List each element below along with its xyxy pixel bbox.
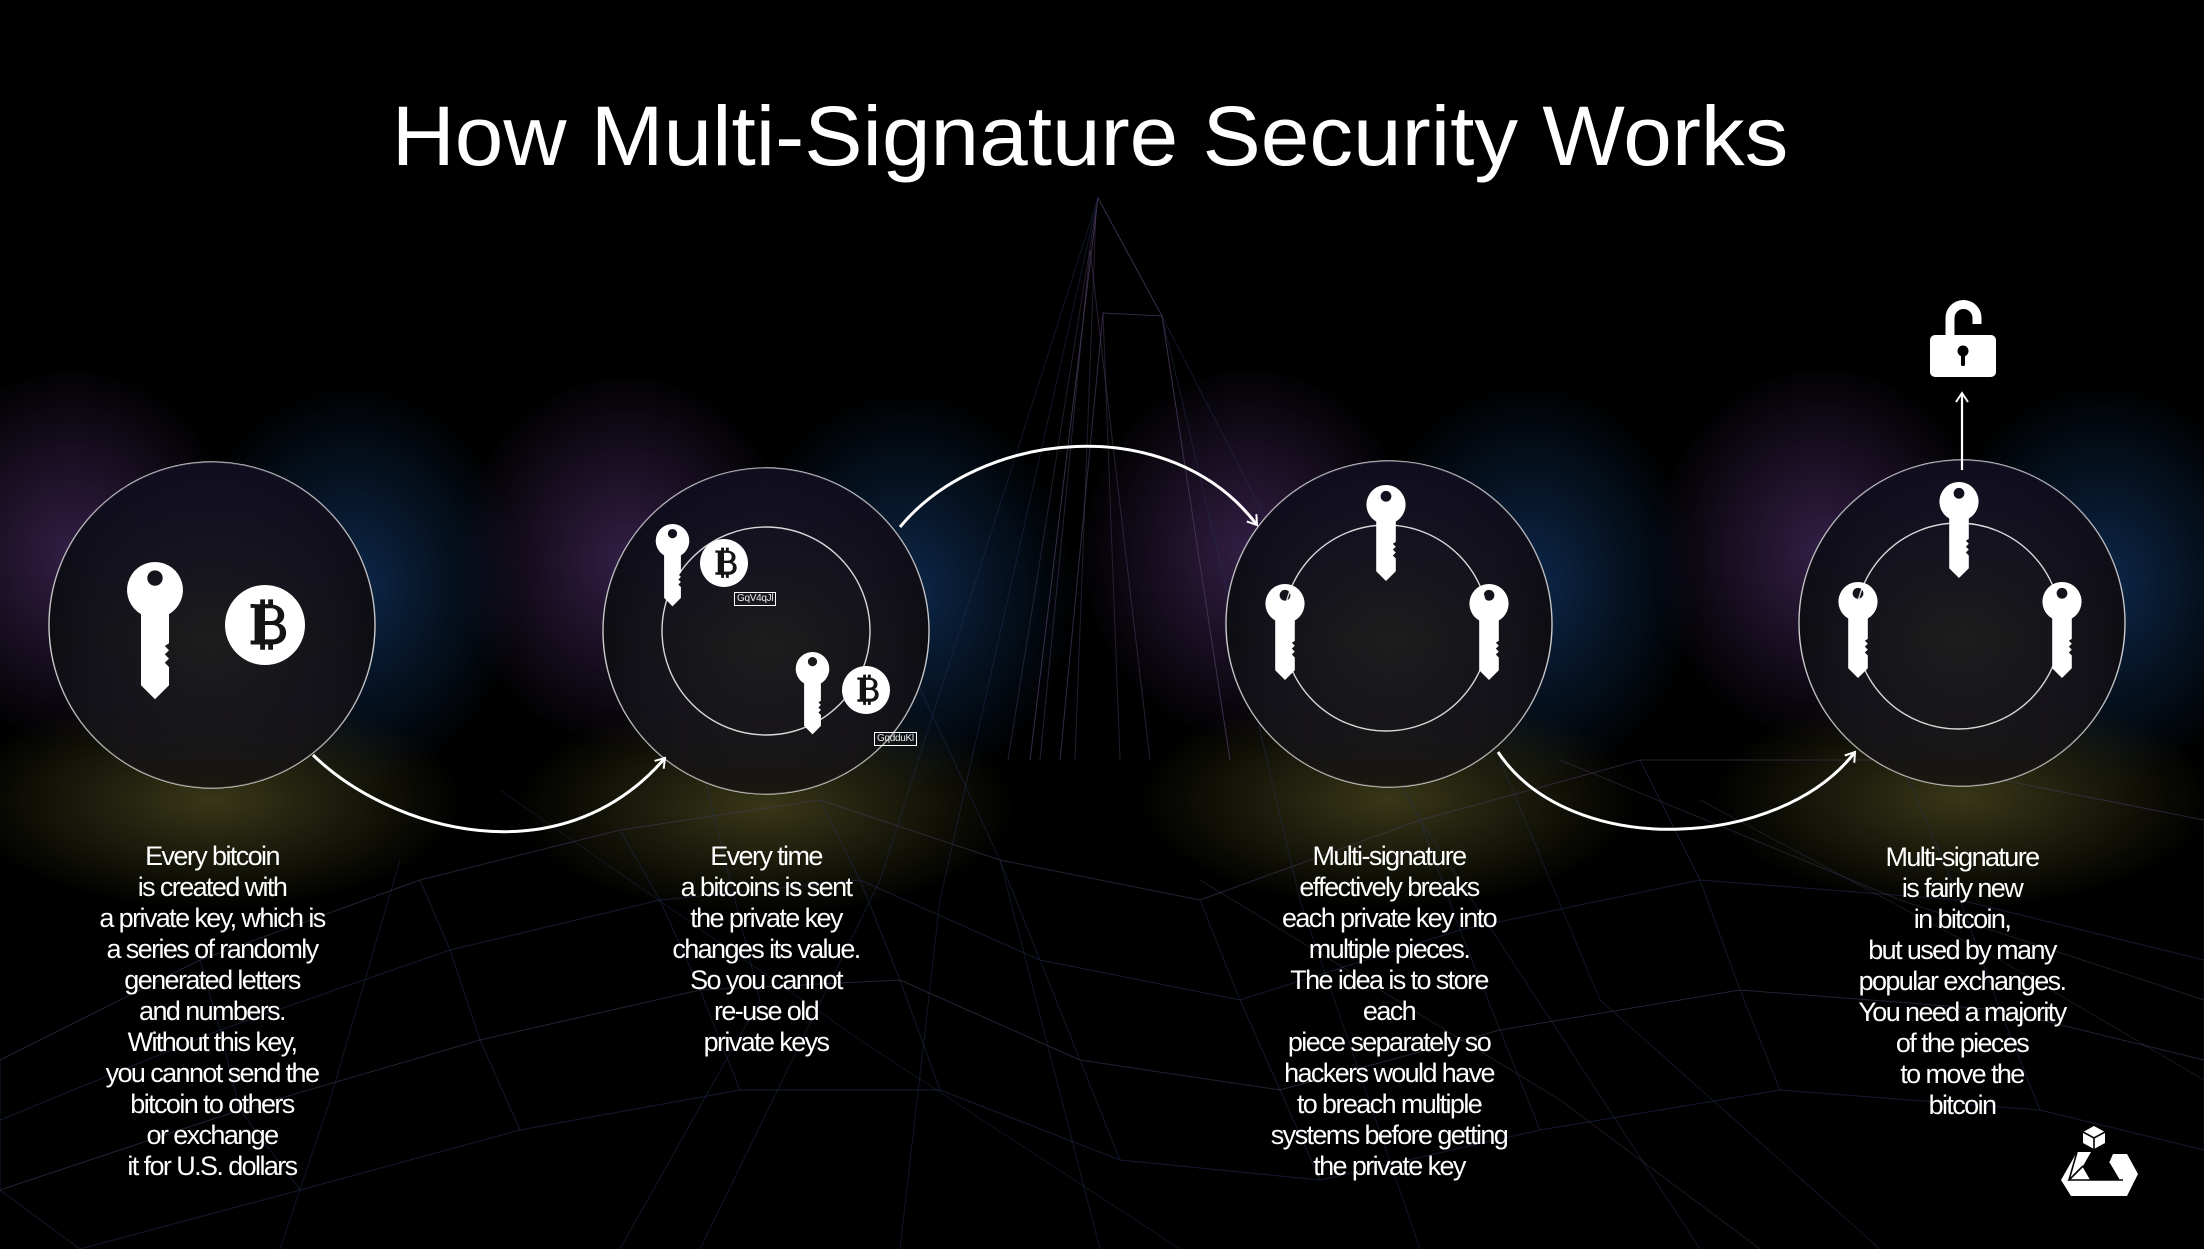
step-1-caption: Every bitcoin is created with a private …	[99, 841, 326, 1181]
flow-arrow-1-to-2	[311, 753, 667, 834]
infographic: How Multi-Signature Security Works GqV4q…	[0, 0, 2204, 1249]
key-value-label: GqdduKl	[874, 732, 917, 746]
step-2-caption: Every time a bitcoins is sent the privat…	[672, 841, 861, 1057]
key-value-label: GqV4qJl	[734, 592, 777, 606]
flow-arrow-2-to-3	[898, 444, 1259, 528]
unused	[1037, 0, 1077, 98]
step-4-caption: Multi-signature is fairly new in bitcoin…	[1858, 842, 2067, 1120]
step-4-majority-unlock	[1037, 0, 2126, 787]
unlock-icon	[1930, 300, 1996, 377]
step-3-split-key	[1225, 460, 1553, 788]
brand-logo-icon	[2061, 1126, 2138, 1196]
bitcoin-icon	[225, 585, 305, 665]
step-1-disc-tint	[49, 462, 375, 788]
step-3-caption: Multi-signature effectively breaks each …	[1270, 841, 1509, 1181]
step-1-single-key	[48, 461, 376, 789]
flow-arrow-3-to-4	[1496, 750, 1857, 831]
bitcoin-icon	[842, 666, 890, 714]
bitcoin-icon	[700, 539, 748, 587]
